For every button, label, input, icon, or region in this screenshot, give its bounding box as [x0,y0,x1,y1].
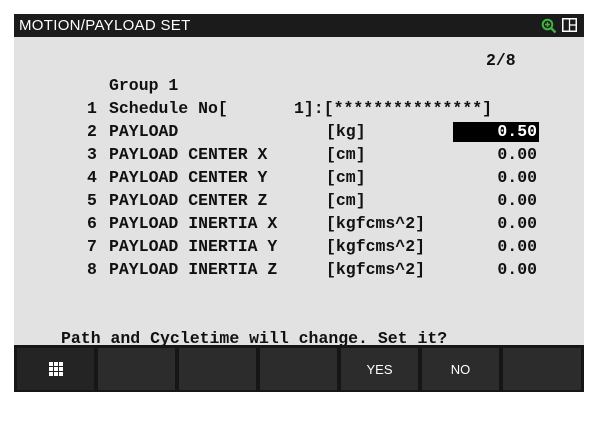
function-key-bar: YES NO [14,345,584,392]
function-key-f1[interactable] [98,348,175,390]
center-z-value-field[interactable]: 0.00 [453,191,539,211]
inertia-x-value-field[interactable]: 0.00 [453,214,539,234]
layout-icon[interactable] [562,18,577,32]
no-button[interactable]: NO [422,348,499,390]
row-number: 6 [87,214,97,233]
row-number: 7 [87,237,97,256]
inertia-z-value-field[interactable]: 0.00 [453,260,539,280]
row-label: PAYLOAD CENTER Y [109,168,268,187]
row-label: PAYLOAD INERTIA Z [109,260,278,279]
row-unit: [kg] [326,122,366,141]
row-number: 3 [87,145,97,164]
zoom-icon[interactable] [541,18,557,34]
group-label: Group 1 [109,76,179,95]
teach-pendant-screen: MOTION/PAYLOAD SET 2/8 Group 1 1 Schedul… [14,14,584,392]
row-unit: [cm] [326,191,366,210]
window-title: MOTION/PAYLOAD SET [19,17,191,34]
payload-value-field[interactable]: 0.50 [453,122,539,142]
row-label: PAYLOAD [109,122,179,141]
menu-grid-key[interactable] [17,348,94,390]
row-unit: [kgfcms^2] [326,214,426,233]
row-unit: [kgfcms^2] [326,260,426,279]
row-unit: [kgfcms^2] [326,237,426,256]
row-label: PAYLOAD INERTIA Y [109,237,278,256]
row-number: 1 [87,99,97,118]
row-number: 5 [87,191,97,210]
row-number: 4 [87,168,97,187]
row-label: PAYLOAD CENTER X [109,145,268,164]
row-unit: [cm] [326,145,366,164]
row-unit: [cm] [326,168,366,187]
row-label: Schedule No[ [109,99,228,118]
grid-menu-icon [48,362,63,376]
inertia-y-value-field[interactable]: 0.00 [453,237,539,257]
row-number: 8 [87,260,97,279]
title-bar: MOTION/PAYLOAD SET [14,14,584,37]
row-label: PAYLOAD INERTIA X [109,214,278,233]
page-indicator: 2/8 [486,51,516,70]
payload-setting-panel: 2/8 Group 1 1 Schedule No[ 1]:[*********… [14,37,584,348]
center-y-value-field[interactable]: 0.00 [453,168,539,188]
center-x-value-field[interactable]: 0.00 [453,145,539,165]
yes-button[interactable]: YES [341,348,418,390]
row-number: 2 [87,122,97,141]
function-key-f2[interactable] [179,348,256,390]
row-label: PAYLOAD CENTER Z [109,191,268,210]
function-key-f6[interactable] [503,348,581,390]
function-key-f3[interactable] [260,348,337,390]
schedule-value[interactable]: 1]:[***************] [294,99,492,119]
